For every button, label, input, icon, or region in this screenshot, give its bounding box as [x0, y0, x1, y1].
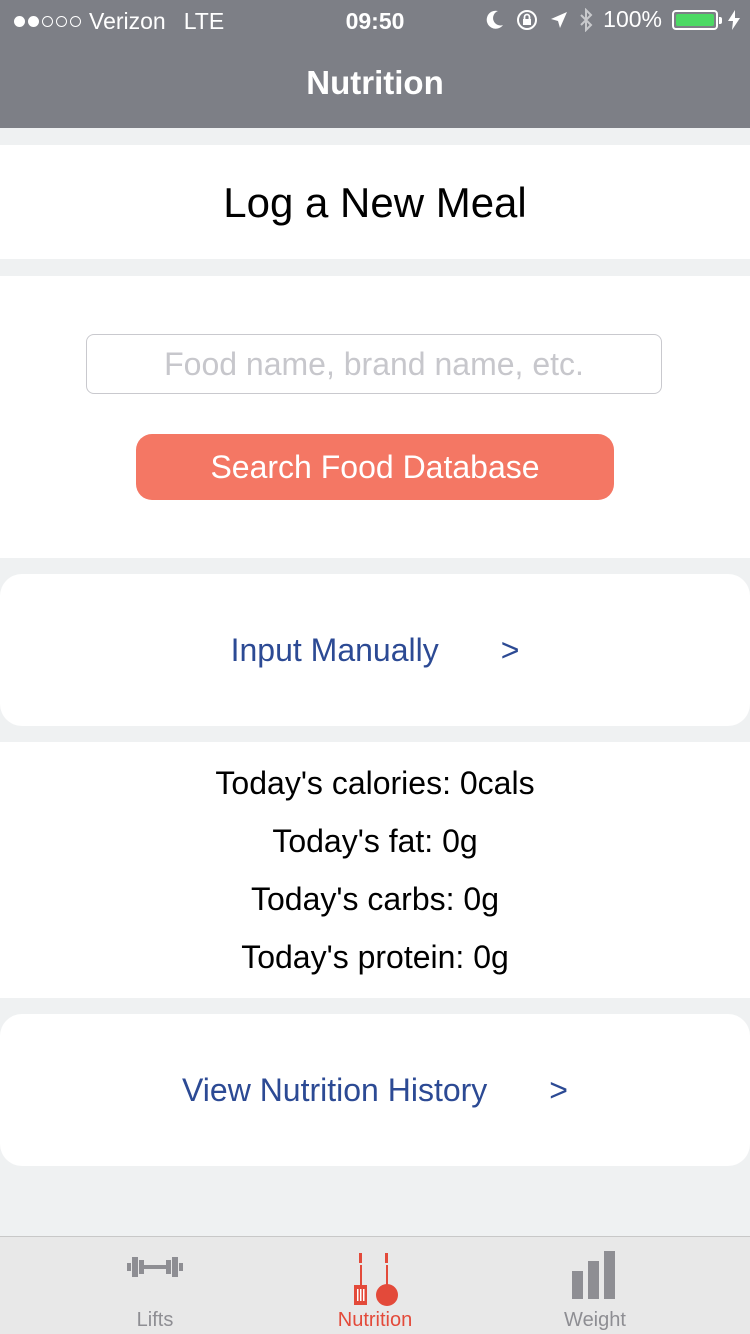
protein-total: Today's protein: 0g: [241, 939, 509, 975]
chevron-right-icon: >: [549, 1071, 568, 1108]
charging-bolt-icon: [728, 9, 740, 30]
input-manually-row[interactable]: Input Manually >: [0, 574, 750, 726]
fat-total: Today's fat: 0g: [272, 823, 478, 859]
food-search-card: Search Food Database: [0, 276, 750, 558]
input-manually-link[interactable]: Input Manually >: [0, 574, 750, 726]
log-meal-title: Log a New Meal: [223, 179, 527, 226]
tab-lifts[interactable]: Lifts: [70, 1237, 240, 1334]
carbs-total: Today's carbs: 0g: [250, 881, 499, 917]
nutrition-history-label: View Nutrition History: [182, 1071, 488, 1108]
status-right: 100%: [485, 6, 740, 33]
tab-nutrition[interactable]: Nutrition: [290, 1237, 460, 1334]
input-manually-label: Input Manually: [230, 631, 439, 668]
food-search-input[interactable]: [86, 334, 662, 394]
battery-icon: [672, 9, 722, 30]
tab-bar: Lifts Nutrition Weight: [0, 1236, 750, 1334]
log-meal-header-card: Log a New Meal: [0, 145, 750, 259]
daily-totals-card: Today's calories: 0cals Today's fat: 0g …: [0, 742, 750, 998]
dumbbell-icon: [127, 1257, 183, 1277]
status-bar: Verizon LTE 09:50 100%: [0, 0, 750, 40]
rotation-lock-icon: [517, 9, 538, 30]
moon-icon: [486, 10, 504, 29]
utensils-icon: [354, 1253, 398, 1306]
nutrition-history-link[interactable]: View Nutrition History >: [0, 1014, 750, 1166]
search-food-database-button[interactable]: Search Food Database: [136, 434, 614, 500]
tab-weight[interactable]: Weight: [510, 1237, 680, 1334]
location-arrow-icon: [551, 11, 568, 28]
chevron-right-icon: >: [500, 631, 520, 668]
daily-totals-list: Today's calories: 0cals Today's fat: 0g …: [0, 762, 750, 994]
tab-label: Weight: [564, 1309, 626, 1331]
navigation-bar: Nutrition: [0, 40, 750, 128]
page-title: Nutrition: [306, 64, 444, 101]
calories-total: Today's calories: 0cals: [215, 765, 535, 801]
bar-chart-icon: [572, 1251, 615, 1299]
battery-percent: 100%: [603, 6, 662, 32]
tab-label: Nutrition: [337, 1309, 413, 1331]
nutrition-history-row[interactable]: View Nutrition History >: [0, 1014, 750, 1166]
bluetooth-icon: [580, 7, 593, 32]
tab-label: Lifts: [136, 1309, 174, 1331]
nutrition-screen: Verizon LTE 09:50 100% Nutrition Log a N…: [0, 0, 750, 1334]
